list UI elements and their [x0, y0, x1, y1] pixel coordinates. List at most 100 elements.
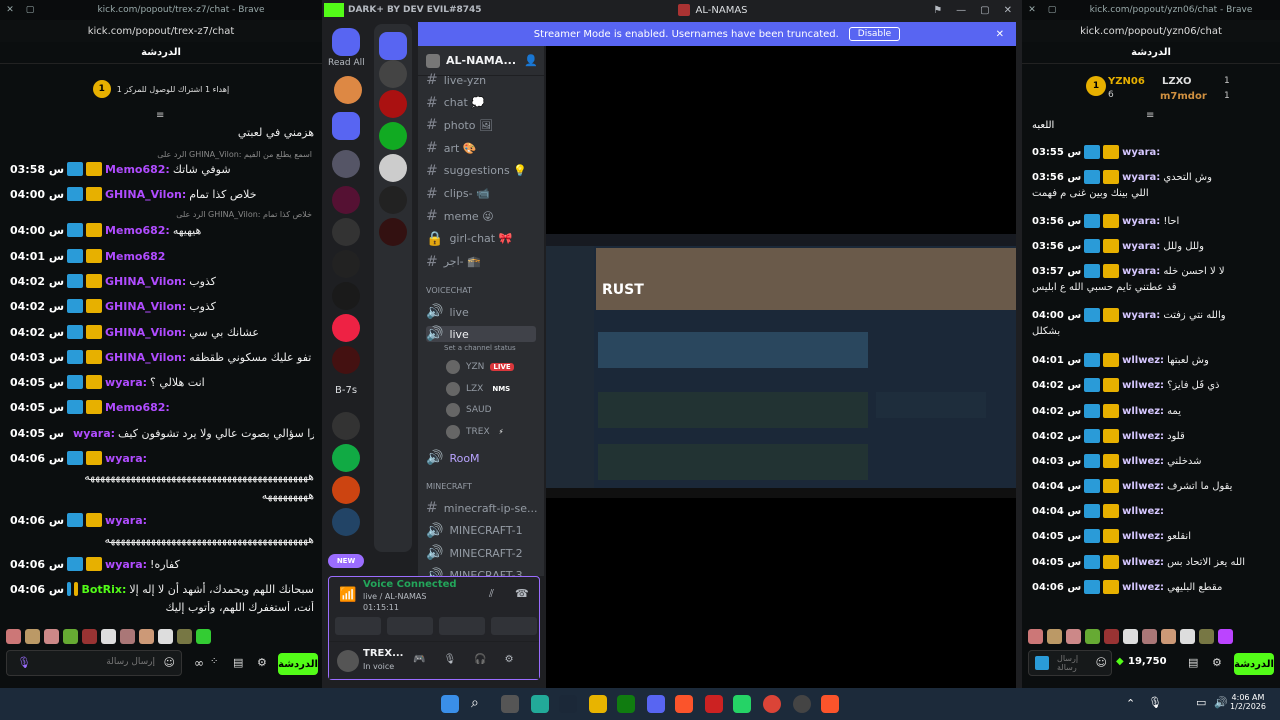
server-icon[interactable] [334, 76, 362, 104]
collapse-icon[interactable]: ≡ [156, 110, 164, 121]
chat-message[interactable]: 04:03 س GHINA_Vilon: تفو عليك مسكوني ظقظقه [10, 350, 314, 364]
chat-message[interactable]: هههههههههههههههههههههههههههههههههههههههه… [10, 470, 314, 483]
voice-user[interactable]: LZX NMS [446, 381, 513, 396]
chat-message[interactable]: 04:02 س GHINA_Vilon: كذوب [10, 274, 314, 288]
restore-icon[interactable]: ▢ [1042, 5, 1062, 15]
message-username[interactable]: wyara: [105, 452, 147, 465]
chat-message[interactable]: 04:02 س wllwez: يمه [1032, 404, 1272, 418]
left-chat-button[interactable]: الدردشة [278, 653, 318, 675]
message-username[interactable]: GHINA_Vilon: [105, 300, 186, 313]
voice-user[interactable]: TREX ⚡ [446, 424, 507, 439]
close-icon[interactable]: ✕ [0, 5, 20, 15]
message-username[interactable]: wyara: [1122, 147, 1160, 158]
message-username[interactable]: wyara: [1122, 172, 1160, 183]
chat-message[interactable]: 04:01 س Memo682 [10, 249, 314, 263]
message-username[interactable]: wllwez: [1122, 355, 1164, 366]
chat-message[interactable]: 04:00 س GHINA_Vilon: خلاص كذا تمام [10, 187, 314, 201]
message-username[interactable]: wyara: [1122, 216, 1160, 227]
chat-message[interactable]: 04:03 س wllwez: شدخلني [1032, 454, 1272, 468]
message-username[interactable]: wllwez: [1122, 380, 1164, 391]
emoji-icon[interactable]: ☺ [164, 656, 175, 669]
message-username[interactable]: GHINA_Vilon: [105, 351, 186, 364]
message-username[interactable]: wyara: [105, 376, 147, 389]
voice-channel[interactable]: live / AL-NAMAS [363, 592, 426, 601]
emote-row[interactable] [6, 629, 211, 644]
text-channel[interactable]: # photo 🖼 [426, 117, 493, 133]
message-username[interactable]: wyara: [105, 558, 147, 571]
message-username[interactable]: Memo682: [105, 163, 170, 176]
chat-message[interactable]: هزمني في لعبتي [10, 126, 314, 139]
volume-icon[interactable]: 🔊 [1214, 696, 1228, 709]
chat-message[interactable]: 04:02 س wllwez: ذي فَل فايز؟ [1032, 378, 1272, 392]
message-username[interactable]: GHINA_Vilon: [105, 188, 186, 201]
chat-message[interactable]: 04:05 س Memo682: [10, 400, 314, 414]
chat-message[interactable]: 03:56 س wyara: وللل وللل [1032, 239, 1272, 253]
chat-message[interactable]: 04:00 س Memo682: هيهيهه [10, 223, 314, 237]
folder-icon[interactable] [379, 32, 407, 60]
pinned-goal[interactable]: 1 إهداء 1 اشتراك للوصول للمركز 1 [20, 78, 302, 100]
server-label[interactable]: B-7s [335, 385, 357, 396]
chevron-up-icon[interactable]: ⌃ [1126, 697, 1135, 710]
disconnect-icon[interactable]: ☎ [515, 587, 529, 600]
chat-message[interactable]: 04:01 س wllwez: وش لعبتها [1032, 353, 1272, 367]
chat-message[interactable]: 03:58 س Memo682: شوفي شاتك [10, 162, 314, 176]
text-channel[interactable]: # meme 😜 [426, 208, 494, 224]
message-username[interactable]: wllwez: [1122, 431, 1164, 442]
clock[interactable]: 4:06 AM 1/2/2026 [1228, 693, 1268, 711]
chat-message[interactable]: اللي بينك وبين غنى م فهمت [1032, 188, 1272, 199]
store-icon[interactable]: ▤ [233, 656, 243, 669]
minecraft-category[interactable]: MINECRAFT [426, 482, 472, 491]
noise-icon[interactable]: ⫽ [489, 587, 494, 601]
message-username[interactable]: wllwez: [1122, 456, 1164, 467]
chrome-icon[interactable] [763, 695, 781, 713]
gear-icon[interactable]: ⚙ [1212, 656, 1222, 669]
message-username[interactable]: wllwez: [1122, 557, 1164, 568]
chat-message[interactable]: 04:06 س wyara: كفاره! [10, 557, 314, 571]
left-chat-input[interactable]: 🎙 إرسال رسالة ☺ [6, 650, 182, 676]
whatsapp-icon[interactable] [733, 695, 751, 713]
message-username[interactable]: GHINA_Vilon: [105, 275, 186, 288]
recorder-icon[interactable] [705, 695, 723, 713]
edge-icon[interactable] [531, 695, 549, 713]
voice-channel[interactable]: 🔊 RooM [426, 450, 480, 466]
server-icon[interactable] [332, 282, 360, 310]
minecraft-channel[interactable]: # minecraft-ip-se... [426, 500, 538, 516]
right-chat-button[interactable]: الدردشة [1234, 653, 1274, 675]
left-address-bar[interactable]: kick.com/popout/trex-z7/chat [0, 20, 322, 42]
chat-message[interactable]: 04:05 س wyara: يقرا سؤالي بصوت عالي ولا ير… [10, 426, 314, 440]
chat-message[interactable]: 04:06 س BotRix: سبحانك اللهم وبحمدك، أشهد … [10, 582, 314, 596]
right-address-bar[interactable]: kick.com/popout/yzn06/chat [1022, 20, 1280, 42]
restore-icon[interactable]: ▢ [20, 5, 40, 15]
chat-message[interactable]: 04:04 س wllwez: يقول ما اتشرف [1032, 479, 1272, 493]
mic-icon[interactable]: 🎙 [1148, 696, 1162, 709]
read-all-button[interactable]: Read All [328, 58, 365, 68]
message-username[interactable]: wllwez: [1122, 582, 1164, 593]
users-icon[interactable]: ⁘ [210, 656, 218, 667]
chat-message[interactable]: 03:56 س wyara: وش التحدي [1032, 170, 1272, 184]
voice-user[interactable]: SAUD [446, 403, 504, 417]
github-icon[interactable] [793, 695, 811, 713]
voice-channel-active[interactable]: 🔊 live [426, 326, 536, 342]
text-channel[interactable]: # chat 💭 [426, 95, 485, 111]
voice-user[interactable]: YZN LIVE [446, 360, 514, 374]
message-username[interactable]: wllwez: [1122, 406, 1164, 417]
text-channel[interactable]: # live-yzn [426, 72, 486, 88]
message-username[interactable]: wyara: [73, 427, 115, 440]
channel-status[interactable]: Set a channel status [444, 344, 516, 352]
screen-share-button[interactable] [387, 617, 433, 635]
server-icon[interactable] [379, 60, 407, 88]
message-username[interactable]: wyara: [1122, 266, 1160, 277]
chat-message[interactable]: 04:06 س wllwez: مقطع البليهي [1032, 580, 1272, 594]
task-view-icon[interactable] [501, 695, 519, 713]
soundboard-button[interactable] [491, 617, 537, 635]
close-icon[interactable]: ✕ [1004, 5, 1012, 16]
server-icon[interactable] [379, 186, 407, 214]
infinity-icon[interactable]: ∞ [194, 656, 204, 670]
chat-message[interactable]: 04:02 س GHINA_Vilon: عشانك بي سي [10, 325, 314, 339]
message-username[interactable]: Memo682: [105, 224, 170, 237]
gear-icon[interactable]: ⚙ [257, 656, 267, 669]
chat-message[interactable]: هههههههههههههههههههههههههههههههههههههههه… [10, 533, 314, 546]
chat-message[interactable]: قد عطتني تايم حسبي الله ع ابليس [1032, 282, 1272, 293]
server-icon[interactable] [332, 346, 360, 374]
discord-icon[interactable] [647, 695, 665, 713]
